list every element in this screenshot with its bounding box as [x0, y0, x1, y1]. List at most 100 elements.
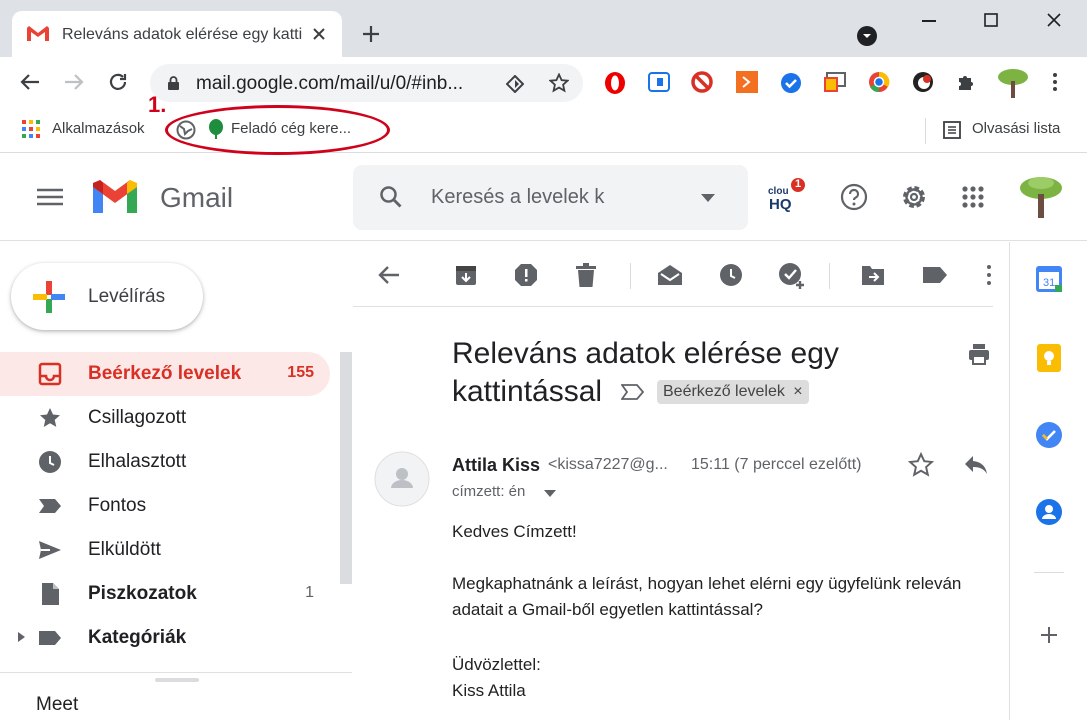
clock-icon	[38, 450, 62, 474]
tasks-icon[interactable]	[1036, 422, 1062, 448]
main-menu-icon[interactable]	[37, 188, 63, 206]
lock-icon[interactable]	[167, 75, 180, 91]
recipient-details-dropdown-icon[interactable]	[544, 490, 556, 497]
maximize-window-icon[interactable]	[984, 13, 998, 27]
label-icon	[38, 626, 62, 650]
url-text: mail.google.com/mail/u/0/#inb...	[196, 73, 464, 94]
recipient-line[interactable]: címzett: én	[452, 483, 525, 500]
nav-label: Piszkozatok	[88, 583, 197, 604]
search-input[interactable]	[431, 186, 617, 209]
chrome-menu-icon[interactable]	[1053, 73, 1057, 91]
account-avatar[interactable]	[1018, 174, 1064, 220]
svg-text:HQ: HQ	[769, 196, 792, 213]
gmail-favicon-icon	[26, 25, 50, 43]
star-message-icon[interactable]	[908, 452, 934, 478]
archive-icon[interactable]	[454, 263, 478, 287]
minimize-window-icon[interactable]	[922, 20, 936, 22]
remove-label-icon[interactable]: ×	[793, 383, 802, 400]
calendar-icon[interactable]: 31	[1036, 266, 1062, 292]
close-tab-icon[interactable]	[313, 28, 325, 40]
add-to-tasks-icon[interactable]	[778, 261, 806, 289]
new-tab-icon[interactable]	[362, 25, 380, 43]
get-addons-plus-icon[interactable]	[1041, 627, 1057, 643]
search-icon[interactable]	[379, 185, 403, 209]
reading-list[interactable]: Olvasási lista	[972, 120, 1060, 137]
compose-label: Levélírás	[88, 286, 166, 307]
bookmark-star-icon[interactable]	[549, 73, 569, 93]
annotation-ellipse	[165, 105, 390, 155]
message-toolbar	[353, 243, 993, 307]
back-to-inbox-icon[interactable]	[378, 265, 400, 285]
apps-grid-icon[interactable]	[22, 120, 40, 138]
move-to-folder-icon[interactable]	[861, 264, 885, 286]
gmail-logo-icon[interactable]	[90, 177, 140, 217]
browser-tab[interactable]: Releváns adatok elérése egy kattintással…	[12, 11, 342, 57]
google-apps-icon[interactable]	[962, 186, 984, 208]
importance-marker-icon[interactable]	[621, 383, 645, 401]
cloudhq-badge-count: 1	[795, 178, 802, 190]
back-icon[interactable]	[20, 73, 40, 91]
tree-profile-icon[interactable]	[997, 67, 1029, 99]
compose-button[interactable]: Levélírás	[11, 263, 203, 330]
draft-document-icon	[38, 582, 62, 606]
opera-extension-icon[interactable]	[604, 71, 626, 95]
block-extension-icon[interactable]	[691, 71, 713, 93]
nav-item-categories[interactable]: Kategóriák	[0, 616, 330, 660]
nav-item-important[interactable]: Fontos	[0, 484, 330, 528]
contacts-icon[interactable]	[1036, 499, 1062, 525]
tab-title: Releváns adatok elérése egy kattintással…	[62, 26, 302, 43]
resize-handle[interactable]	[155, 678, 199, 682]
help-icon[interactable]	[840, 183, 868, 211]
nav-item-sent[interactable]: Elküldött	[0, 528, 330, 572]
nav-label: Elhalasztott	[88, 451, 187, 472]
orange-extension-icon[interactable]	[736, 71, 758, 93]
address-bar[interactable]: mail.google.com/mail/u/0/#inb...	[150, 64, 583, 102]
puzzle-extensions-icon[interactable]	[957, 72, 977, 92]
search-options-dropdown-icon[interactable]	[701, 194, 715, 202]
svg-text:31: 31	[1043, 277, 1055, 289]
mark-unread-icon[interactable]	[657, 264, 683, 286]
bookmark-apps[interactable]: Alkalmazások	[52, 120, 145, 137]
email-closing: Üdvözlettel:	[452, 655, 541, 674]
check-extension-icon[interactable]	[780, 72, 802, 94]
forward-icon[interactable]	[64, 73, 84, 91]
translate-extension-icon[interactable]	[648, 72, 670, 92]
cast-extension-icon[interactable]	[824, 72, 846, 92]
sender-avatar[interactable]	[374, 451, 430, 507]
nav-item-inbox[interactable]: Beérkező levelek 155	[0, 352, 330, 396]
expand-arrow-icon[interactable]	[18, 632, 25, 642]
email-body-line: Megkaphatnánk a leírást, hogyan lehet el…	[452, 574, 962, 593]
reply-icon[interactable]	[963, 454, 989, 476]
reading-list-icon[interactable]	[943, 121, 961, 139]
profile-dropdown-icon[interactable]	[857, 26, 877, 46]
meet-heading: Meet	[36, 694, 79, 715]
labels-icon[interactable]	[922, 265, 948, 285]
keep-notes-icon[interactable]	[1037, 344, 1061, 372]
reload-icon[interactable]	[108, 72, 128, 92]
face-extension-icon[interactable]	[912, 70, 934, 94]
toolbar-divider	[630, 263, 631, 289]
delete-trash-icon[interactable]	[575, 263, 597, 287]
nav-item-starred[interactable]: Csillagozott	[0, 396, 330, 440]
snooze-clock-icon[interactable]	[719, 263, 743, 287]
star-icon	[38, 406, 62, 430]
gmail-header: Gmail clou HQ 1	[0, 154, 1087, 241]
gmail-wordmark: Gmail	[160, 182, 234, 213]
report-spam-icon[interactable]	[514, 263, 538, 287]
site-extension-icon[interactable]	[506, 75, 524, 93]
nav-item-snoozed[interactable]: Elhalasztott	[0, 440, 330, 484]
inbox-label-chip: Beérkező levelek ×	[657, 380, 809, 404]
more-options-icon[interactable]	[987, 265, 991, 285]
settings-gear-icon[interactable]	[900, 183, 928, 211]
nav-divider	[0, 672, 352, 673]
nav-label: Beérkező levelek	[88, 363, 242, 384]
nav-scrollbar[interactable]	[340, 352, 352, 584]
sender-email[interactable]: <kissa7227@g...	[548, 456, 668, 474]
sender-name[interactable]: Attila Kiss	[452, 455, 540, 476]
email-body-line: adatait a Gmail-ből egyetlen kattintássa…	[452, 600, 763, 619]
chrome-extension-icon[interactable]	[868, 71, 890, 93]
print-icon[interactable]	[968, 343, 990, 365]
close-window-icon[interactable]	[1047, 13, 1061, 27]
mail-search-box[interactable]	[353, 165, 748, 230]
nav-item-drafts[interactable]: Piszkozatok 1	[0, 572, 330, 616]
